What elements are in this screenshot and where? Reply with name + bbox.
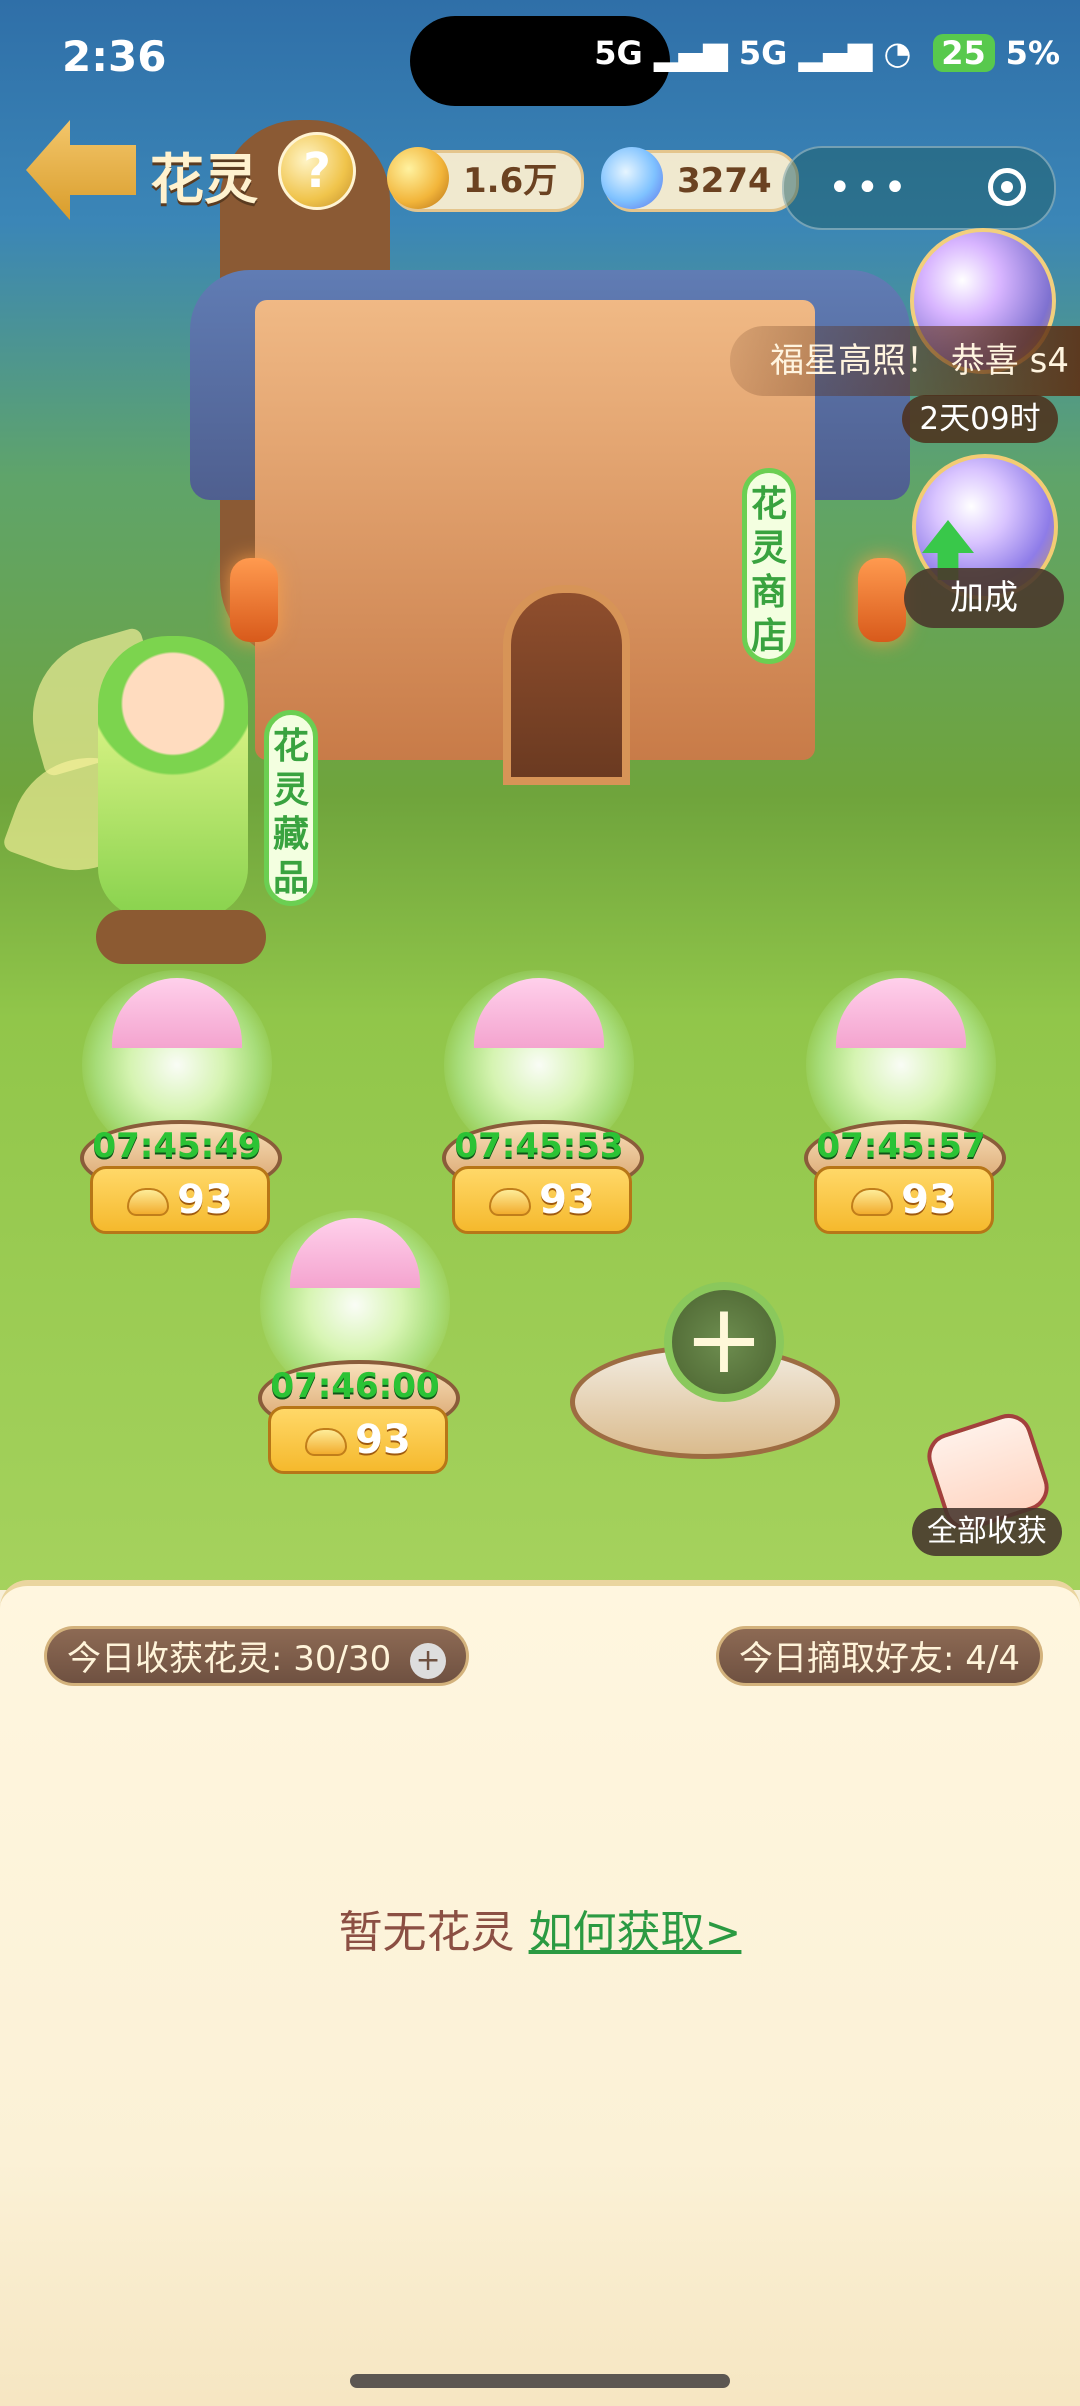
plot-timer: 07:46:00 bbox=[270, 1366, 440, 1406]
status-time: 2:36 bbox=[62, 32, 167, 81]
event-timer: 2天09时 bbox=[902, 395, 1058, 443]
plot-yield-value: 93 bbox=[539, 1177, 595, 1223]
plot-yield-value: 93 bbox=[355, 1417, 411, 1463]
tree-stump bbox=[96, 910, 266, 964]
gold-balance[interactable]: 1.6万 bbox=[387, 147, 585, 212]
left-lantern bbox=[230, 558, 278, 642]
home-indicator[interactable] bbox=[350, 2374, 730, 2388]
network-type-2: 5G bbox=[738, 34, 788, 72]
event-ticker: 福星高照！ 恭喜 s4 bbox=[730, 326, 1080, 396]
empty-state-text: 暂无花灵 bbox=[338, 1907, 515, 1958]
gold-ingot-icon bbox=[387, 147, 449, 209]
mini-program-controls[interactable]: ••• bbox=[782, 146, 1056, 230]
add-harvest-icon[interactable]: + bbox=[410, 1642, 447, 1679]
plot-yield-button[interactable]: 93 bbox=[268, 1406, 448, 1474]
page-title: 花灵 bbox=[150, 148, 258, 211]
collection-sign-char-1: 花 bbox=[272, 726, 309, 767]
today-harvest-label: 今日收获花灵: 30/30 bbox=[67, 1639, 392, 1679]
shop-sign-char-4: 店 bbox=[750, 616, 787, 657]
signal-icon-2: ▂▄▆ bbox=[798, 34, 873, 72]
gold-ingot-icon bbox=[489, 1188, 532, 1216]
empty-state: 暂无花灵 如何获取> bbox=[0, 1896, 1080, 1960]
plot-timer: 07:45:57 bbox=[816, 1126, 986, 1166]
shop-sign-char-2: 灵 bbox=[750, 528, 787, 569]
collect-all-button[interactable]: 全部收获 bbox=[912, 1407, 1062, 1556]
fairy-plot-2[interactable]: 07:45:53 93 bbox=[424, 970, 654, 1240]
shop-sign-char-3: 商 bbox=[750, 572, 787, 613]
gold-balance-value: 1.6万 bbox=[463, 161, 558, 201]
back-button[interactable] bbox=[26, 120, 136, 220]
fairy-plot-4[interactable]: 07:46:00 93 bbox=[240, 1210, 470, 1480]
plot-yield-value: 93 bbox=[901, 1177, 957, 1223]
help-button[interactable]: ? bbox=[278, 132, 356, 210]
right-lantern bbox=[858, 558, 906, 642]
gold-ingot-icon bbox=[127, 1188, 170, 1216]
ticker-text: 福星高照！ 恭喜 bbox=[770, 341, 1019, 381]
flower-collection-sign[interactable]: 花 灵 藏 品 bbox=[264, 710, 318, 906]
collect-all-label: 全部收获 bbox=[912, 1508, 1062, 1556]
plot-yield-button[interactable]: 93 bbox=[814, 1166, 994, 1234]
gold-ingot-icon bbox=[851, 1188, 894, 1216]
fairy-plot-1[interactable]: 07:45:49 93 bbox=[62, 970, 292, 1240]
how-to-get-link[interactable]: 如何获取> bbox=[529, 1907, 742, 1958]
today-harvest-counter: 今日收获花灵: 30/30 + bbox=[44, 1626, 470, 1686]
collection-sign-char-4: 品 bbox=[272, 858, 309, 899]
collection-sign-char-2: 灵 bbox=[272, 770, 309, 811]
game-scene: 花 灵 商 店 花 灵 藏 品 07:45:49 93 07:45:53 93 … bbox=[0, 0, 1080, 1590]
battery-suffix: 5% bbox=[1005, 34, 1060, 72]
boost-label[interactable]: 加成 bbox=[904, 568, 1064, 628]
plot-yield-value: 93 bbox=[177, 1177, 233, 1223]
house-door[interactable] bbox=[503, 585, 630, 785]
star-crystal-icon bbox=[601, 147, 663, 209]
more-icon[interactable]: ••• bbox=[828, 165, 911, 211]
friend-pick-counter: 今日摘取好友: 4/4 bbox=[716, 1626, 1043, 1686]
gold-ingot-icon bbox=[305, 1428, 348, 1456]
collection-sign-char-3: 藏 bbox=[272, 814, 309, 855]
wifi-icon: ◔ bbox=[883, 34, 912, 72]
add-plot-button[interactable]: + bbox=[664, 1282, 784, 1402]
today-friend-label: 今日摘取好友: 4/4 bbox=[739, 1639, 1020, 1679]
shop-sign-char-1: 花 bbox=[750, 484, 787, 525]
signal-icon: ▂▄▆ bbox=[653, 34, 728, 72]
flower-shop-sign[interactable]: 花 灵 商 店 bbox=[742, 468, 796, 664]
ticker-overflow: s4 bbox=[1029, 341, 1069, 381]
bottom-panel: 今日收获花灵: 30/30 + 今日摘取好友: 4/4 暂无花灵 如何获取> bbox=[0, 1580, 1080, 2406]
flower-fairy-character[interactable] bbox=[98, 636, 248, 918]
network-type-1: 5G bbox=[594, 34, 643, 72]
close-mini-program-icon[interactable] bbox=[988, 168, 1026, 206]
star-balance-value: 3274 bbox=[677, 161, 772, 201]
plot-yield-button[interactable]: 93 bbox=[452, 1166, 632, 1234]
fairy-plot-3[interactable]: 07:45:57 93 bbox=[786, 970, 1016, 1240]
status-bar-right: 5G ▂▄▆ 5G ▂▄▆ ◔ 25 5% bbox=[594, 34, 1060, 72]
plot-timer: 07:45:53 bbox=[454, 1126, 624, 1166]
battery-indicator: 25 bbox=[932, 34, 995, 72]
star-balance[interactable]: 3274 bbox=[601, 147, 799, 212]
plot-timer: 07:45:49 bbox=[92, 1126, 262, 1166]
